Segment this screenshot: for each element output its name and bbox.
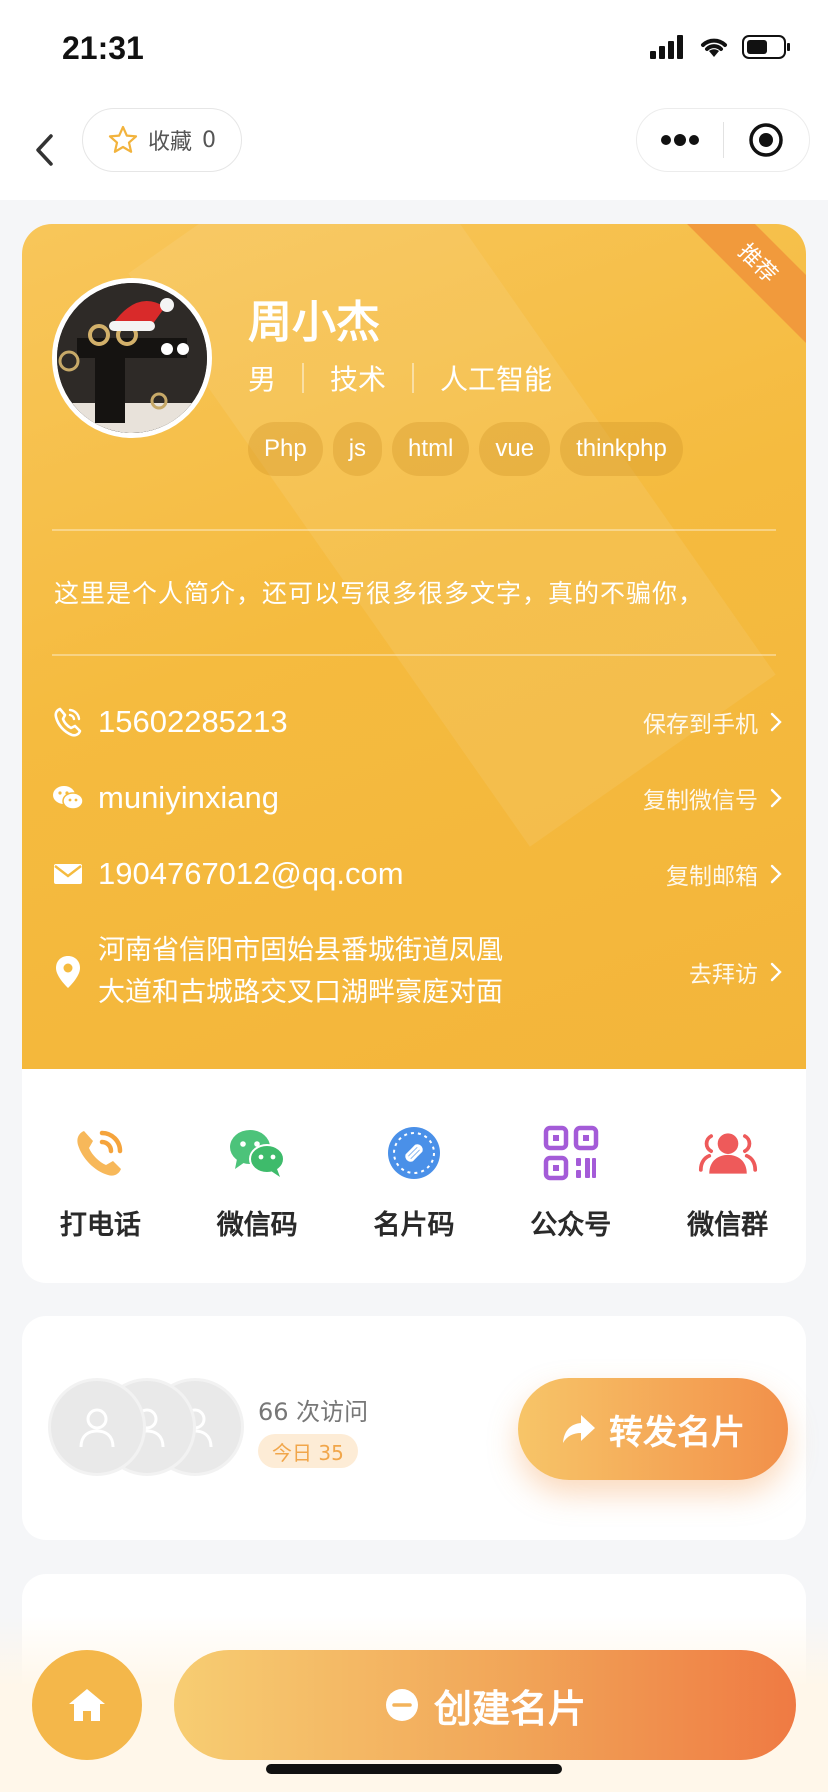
phone-icon [52,702,84,742]
divider [52,529,776,531]
address-line-1: 河南省信阳市固始县番城街道凤凰 [98,935,503,966]
home-icon [69,1689,105,1721]
status-icons [650,34,792,60]
avatar[interactable] [52,278,212,438]
create-card-button[interactable]: 创建名片 [174,1650,796,1760]
back-button[interactable] [24,120,64,180]
call-action[interactable]: 打电话 [22,1069,179,1283]
copy-email-button[interactable]: 复制邮箱 [666,857,782,891]
battery-icon [742,35,790,59]
field: 人工智能 [440,363,553,396]
target-icon [749,123,783,157]
chevron-right-icon [770,864,782,884]
address-row[interactable]: 河南省信阳市固始县番城街道凤凰 大道和古城路交叉口湖畔豪庭对面 去拜访 [52,930,782,1014]
visit-button[interactable]: 去拜访 [689,955,782,989]
skill-tag: thinkphp [560,422,683,476]
status-time: 21:31 [62,30,144,66]
wechat-group-action[interactable]: 微信群 [649,1069,806,1283]
department: 技术 [330,363,387,396]
copy-wechat-label: 复制微信号 [643,788,758,814]
visit-label: 去拜访 [689,962,758,988]
favorite-count: 0 [202,127,216,153]
divider [52,654,776,656]
chevron-right-icon [770,962,782,982]
wifi-icon [701,38,727,57]
close-miniprogram-button[interactable] [724,109,810,171]
email-row[interactable]: 1904767012@qq.com 复制邮箱 [52,854,782,894]
action-label: 打电话 [59,1210,141,1241]
wechat-code-action[interactable]: 微信码 [179,1069,336,1283]
visits-card: 66 次访问 今日 35 转发名片 [22,1316,806,1540]
location-pin-icon [52,952,84,992]
action-label: 微信码 [216,1210,298,1241]
phone-call-icon [70,1123,130,1183]
favorite-label: 收藏 [147,130,192,155]
save-to-phone-button[interactable]: 保存到手机 [643,705,782,739]
today-visits-badge: 今日 35 [258,1434,358,1468]
mail-icon [52,854,84,894]
status-bar: 21:31 [0,0,828,100]
wechat-icon [227,1123,287,1183]
home-indicator [266,1764,562,1774]
chevron-right-icon [770,788,782,808]
visitor-avatar [48,1378,146,1476]
recommend-ribbon: 推荐 [674,224,806,347]
card-sheen [128,224,776,847]
group-icon [698,1123,758,1183]
action-label: 公众号 [530,1210,612,1241]
more-button[interactable] [637,109,723,171]
save-to-phone-label: 保存到手机 [643,712,758,738]
wechat-row[interactable]: muniyinxiang 复制微信号 [52,778,782,818]
address-value: 河南省信阳市固始县番城街道凤凰 大道和古城路交叉口湖畔豪庭对面 [98,930,689,1014]
quick-actions: 打电话 微信码 名片码 公众号 微信群 [22,1069,806,1283]
meta-divider [302,363,305,393]
card-code-action[interactable]: 名片码 [336,1069,493,1283]
wechat-value: muniyinxiang [98,780,279,815]
signal-icon [650,35,683,59]
share-card-label: 转发名片 [609,1412,745,1453]
skill-tag: js [332,422,383,476]
chevron-left-icon [36,134,53,166]
skill-tag: html [392,422,470,476]
avatar-image [57,283,207,433]
forward-arrow-icon [563,1415,595,1443]
user-icon [79,1408,115,1448]
official-account-action[interactable]: 公众号 [492,1069,649,1283]
more-dots-icon [660,134,699,146]
phone-value: 15602285213 [98,704,288,739]
share-card-button[interactable]: 转发名片 [518,1378,788,1480]
person-meta: 男 技术 人工智能 [248,358,552,398]
copy-wechat-button[interactable]: 复制微信号 [643,781,782,815]
meta-divider [412,363,415,393]
person-name: 周小杰 [248,297,380,348]
qrcode-icon [541,1123,601,1183]
visit-count: 66 次访问 [258,1398,369,1426]
home-button[interactable] [32,1650,142,1760]
plus-circle-icon [385,1689,418,1721]
create-card-label: 创建名片 [433,1686,586,1731]
business-card: 推荐 周小杰 男 技术 人工智能 Php js html vue thinkph… [22,224,806,1069]
copy-email-label: 复制邮箱 [666,864,758,890]
mini-program-capsule [636,108,810,172]
intro-text: 这里是个人简介，还可以写很多很多文字，真的不骗你， [54,579,705,608]
phone-row[interactable]: 15602285213 保存到手机 [52,702,782,742]
email-value: 1904767012@qq.com [98,856,404,891]
action-label: 名片码 [373,1210,455,1241]
action-label: 微信群 [687,1210,769,1241]
wechat-small-icon [52,778,84,818]
gender: 男 [248,363,277,396]
favorite-button[interactable]: 收藏 0 [82,108,242,172]
link-icon [384,1123,444,1183]
skill-tags: Php js html vue thinkphp [248,422,683,476]
chevron-right-icon [770,712,782,732]
skill-tag: vue [479,422,551,476]
visitor-avatars[interactable] [48,1378,248,1478]
star-icon [108,125,138,153]
skill-tag: Php [248,422,323,476]
nav-bar: 收藏 0 [0,100,828,200]
address-line-2: 大道和古城路交叉口湖畔豪庭对面 [98,977,503,1008]
